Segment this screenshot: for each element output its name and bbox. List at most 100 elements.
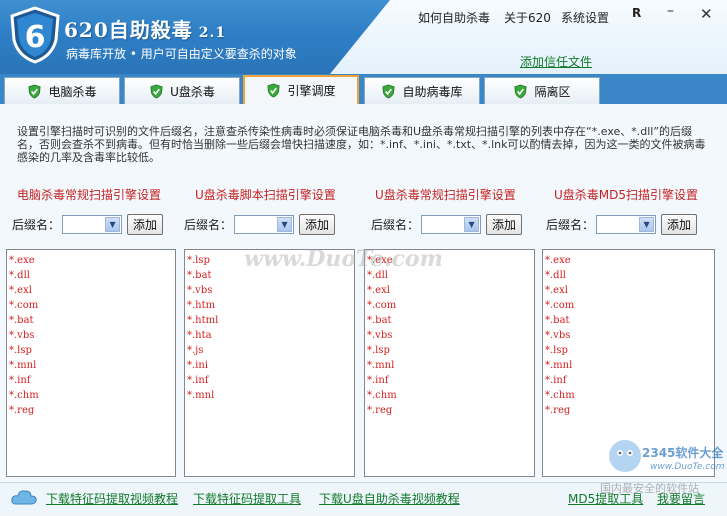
app-subtitle: 病毒库开放 • 用户可自由定义要查杀的对象 (66, 47, 297, 61)
list-item[interactable]: *.vbs (9, 328, 173, 343)
shield-check-icon (514, 84, 528, 98)
tab-label: 自助病毒库 (402, 84, 463, 99)
list-item[interactable]: *.mnl (9, 358, 173, 373)
tab-label: 电脑杀毒 (48, 84, 97, 99)
description-text: 设置引擎扫描时可识别的文件后缀名，注意查杀传染性病毒时必须保证电脑杀毒和U盘杀毒… (17, 125, 706, 164)
list-item[interactable]: *.lsp (367, 343, 532, 358)
list-item[interactable]: *.bat (9, 313, 173, 328)
suffix-label: 后缀名： (371, 218, 420, 232)
list-item[interactable]: *.hta (187, 328, 352, 343)
suffix-label: 后缀名： (12, 218, 61, 232)
tab-label: 隔离区 (534, 84, 571, 99)
tab-label: 引擎调度 (287, 84, 336, 98)
tab-usb-scan[interactable]: U盘杀毒 (124, 77, 240, 104)
list-item[interactable]: *.mnl (545, 358, 712, 373)
cloud-icon (11, 490, 37, 505)
shield-check-icon (267, 83, 281, 98)
column-title: U盘杀毒脚本扫描引擎设置 (195, 188, 336, 202)
list-item[interactable]: *.dll (9, 268, 173, 283)
suffix-select[interactable]: ▼ (421, 215, 482, 234)
restore-button[interactable]: R (632, 6, 641, 20)
app-version: 2.1 (198, 25, 227, 41)
suffix-list-usb-regular[interactable]: *.exe *.dll *.exl *.com *.bat *.vbs *.lsp *.mnl… (364, 249, 535, 477)
list-item[interactable]: *.bat (545, 313, 712, 328)
list-item[interactable]: *.exe (545, 253, 712, 268)
list-item[interactable]: *.inf (187, 373, 352, 388)
list-item[interactable]: *.htm (187, 298, 352, 313)
list-item[interactable]: *.vbs (545, 328, 712, 343)
list-item[interactable]: *.exl (9, 283, 173, 298)
add-button[interactable]: 添加 (486, 214, 523, 235)
list-item[interactable]: *.com (367, 298, 532, 313)
shield-check-icon (28, 84, 42, 98)
about-link[interactable]: 关于620 (504, 9, 551, 26)
list-item[interactable]: *.reg (9, 403, 173, 418)
list-item[interactable]: *.exe (9, 253, 173, 268)
how-to-link[interactable]: 如何自助杀毒 (418, 9, 490, 26)
list-item[interactable]: *.inf (367, 373, 532, 388)
list-item[interactable]: *.exl (545, 283, 712, 298)
list-item[interactable]: *.chm (545, 388, 712, 403)
tab-label: U盘杀毒 (170, 84, 215, 99)
list-item[interactable]: *.lsp (545, 343, 712, 358)
suffix-select[interactable]: ▼ (62, 215, 123, 234)
footer-watermark: 国内最安全的软件站 (600, 482, 699, 495)
close-button[interactable]: ✕ (700, 5, 713, 23)
column-title: U盘杀毒常规扫描引擎设置 (375, 188, 516, 202)
app-title: 620自助殺毒 2.1 (64, 14, 226, 43)
suffix-list-pc[interactable]: *.exe *.dll *.exl *.com *.bat *.vbs *.lsp *.mnl… (6, 249, 176, 477)
list-item[interactable]: *.com (545, 298, 712, 313)
add-trusted-file-link[interactable]: 添加信任文件 (520, 53, 592, 70)
mascot-logo-icon (609, 440, 641, 472)
list-item[interactable]: *.mnl (187, 388, 352, 403)
add-button[interactable]: 添加 (661, 214, 698, 235)
download-extract-tool-link[interactable]: 下载特征码提取工具 (193, 490, 301, 507)
column-title: 电脑杀毒常规扫描引擎设置 (17, 188, 162, 202)
list-item[interactable]: *.com (9, 298, 173, 313)
settings-link[interactable]: 系统设置 (561, 9, 609, 26)
list-item[interactable]: *.lsp (9, 343, 173, 358)
chevron-down-icon: ▼ (277, 217, 293, 232)
logo-digit: 6 (25, 20, 46, 55)
add-button[interactable]: 添加 (299, 214, 336, 235)
download-usb-video-link[interactable]: 下载U盘自助杀毒视频教程 (319, 490, 460, 507)
list-item[interactable]: *.reg (367, 403, 532, 418)
list-item[interactable]: *.chm (367, 388, 532, 403)
list-item[interactable]: *.html (187, 313, 352, 328)
shield-check-icon (150, 84, 163, 98)
suffix-label: 后缀名： (546, 218, 595, 232)
column-title: U盘杀毒MD5扫描引擎设置 (554, 188, 699, 202)
suffix-label: 后缀名： (184, 218, 233, 232)
brand-watermark: 2345软件大全 (642, 446, 724, 460)
tab-pc-scan[interactable]: 电脑杀毒 (4, 77, 120, 104)
list-item[interactable]: *.vbs (367, 328, 532, 343)
tab-engine-schedule[interactable]: 引擎调度 (243, 75, 359, 104)
suffix-list-usb-script[interactable]: *.lsp *.bat *.vbs *.htm *.html *.hta *.js *.ini… (184, 249, 355, 477)
tab-quarantine[interactable]: 隔离区 (484, 77, 600, 104)
chevron-down-icon: ▼ (105, 217, 121, 232)
site-watermark: www.DuoTe.com (244, 246, 443, 272)
list-item[interactable]: *.bat (367, 313, 532, 328)
add-button[interactable]: 添加 (127, 214, 164, 235)
list-item[interactable]: *.ini (187, 358, 352, 373)
tab-bar: 电脑杀毒 U盘杀毒 引擎调度 自助病毒库 隔离区 (0, 74, 727, 104)
tab-virus-library[interactable]: 自助病毒库 (364, 77, 480, 104)
list-item[interactable]: *.inf (9, 373, 173, 388)
list-item[interactable]: *.chm (9, 388, 173, 403)
brand-url-watermark: www.DuoTe.com (650, 462, 725, 472)
minimize-button[interactable]: – (667, 3, 674, 19)
chevron-down-icon: ▼ (639, 217, 655, 232)
list-item[interactable]: *.reg (545, 403, 712, 418)
suffix-select[interactable]: ▼ (234, 215, 295, 234)
download-video-tutorial-link[interactable]: 下载特征码提取视频教程 (46, 490, 178, 507)
list-item[interactable]: *.dll (545, 268, 712, 283)
list-item[interactable]: *.inf (545, 373, 712, 388)
shield-check-icon (382, 84, 396, 98)
suffix-select[interactable]: ▼ (596, 215, 657, 234)
list-item[interactable]: *.js (187, 343, 352, 358)
list-item[interactable]: *.vbs (187, 283, 352, 298)
app-name: 620自助殺毒 (64, 18, 193, 42)
chevron-down-icon: ▼ (464, 217, 480, 232)
list-item[interactable]: *.exl (367, 283, 532, 298)
list-item[interactable]: *.mnl (367, 358, 532, 373)
